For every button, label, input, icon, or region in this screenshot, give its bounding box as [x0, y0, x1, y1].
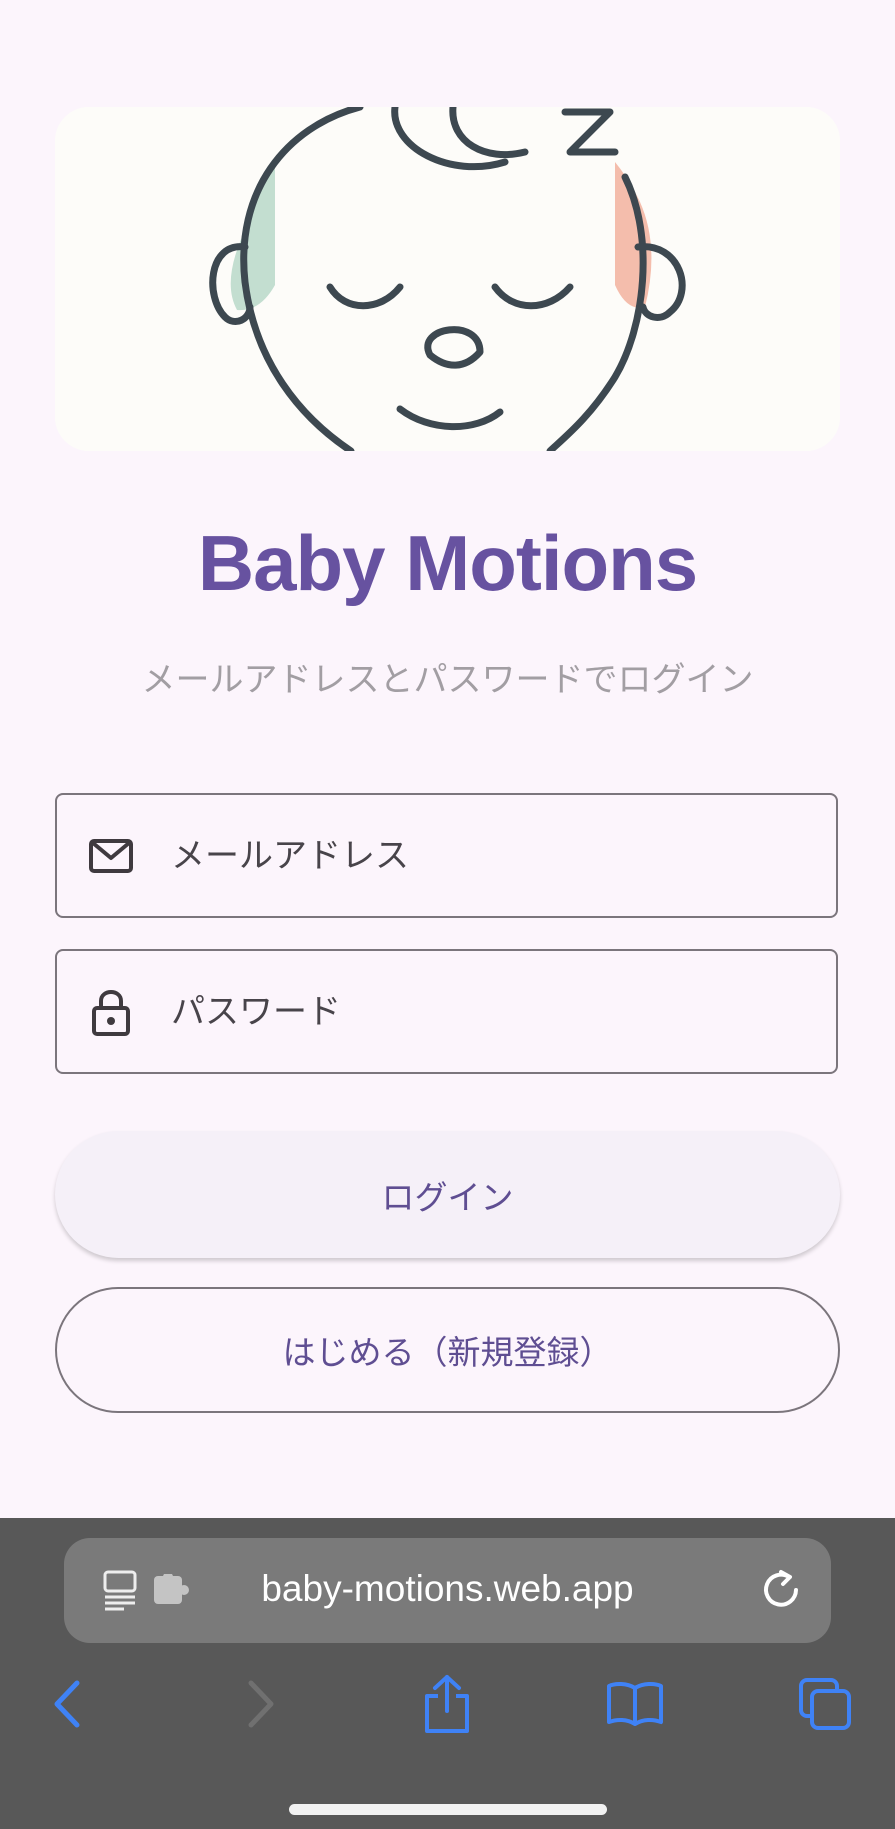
tabs-icon[interactable]	[795, 1673, 855, 1735]
share-icon[interactable]	[417, 1673, 477, 1735]
url-text: baby-motions.web.app	[261, 1568, 634, 1609]
back-icon[interactable]	[37, 1673, 97, 1735]
signup-button[interactable]: はじめる（新規登録）	[55, 1287, 840, 1413]
app-title: Baby Motions	[197, 519, 698, 607]
address-bar[interactable]: baby-motions.web.app	[64, 1538, 831, 1643]
bookmarks-icon[interactable]	[605, 1673, 665, 1735]
login-subtitle: メールアドレスとパスワードでログイン	[141, 660, 754, 700]
email-field[interactable]	[55, 793, 838, 918]
hero-illustration	[55, 107, 840, 451]
email-input[interactable]	[169, 834, 773, 877]
lock-icon	[85, 986, 137, 1038]
reload-icon[interactable]	[759, 1568, 803, 1612]
password-field[interactable]	[55, 949, 838, 1074]
forward-icon[interactable]	[231, 1673, 291, 1735]
sleeping-baby-illustration	[55, 107, 840, 451]
browser-chrome: baby-motions.web.app	[0, 1518, 895, 1829]
home-indicator[interactable]	[289, 1804, 607, 1815]
login-button[interactable]: ログイン	[55, 1131, 840, 1258]
envelope-icon	[85, 830, 137, 882]
password-input[interactable]	[169, 990, 773, 1033]
